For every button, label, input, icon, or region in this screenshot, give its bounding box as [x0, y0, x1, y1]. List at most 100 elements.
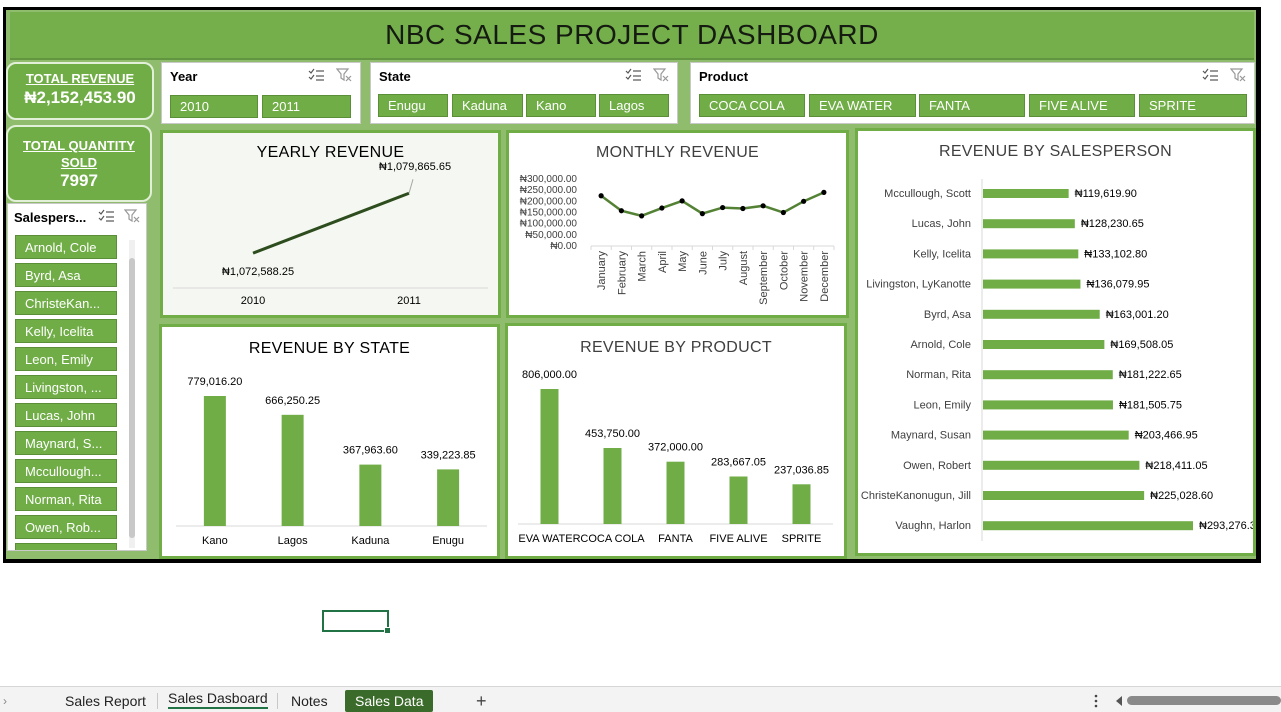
tab-sales-data[interactable]: Sales Data: [345, 690, 434, 712]
x-tick-label: Kaduna: [351, 535, 390, 547]
clear-filter-icon[interactable]: [336, 68, 352, 82]
y-tick-label: Arnold, Cole: [910, 339, 971, 351]
y-tick-label: ₦100,000.00: [520, 219, 578, 230]
data-label: 779,016.20: [187, 376, 242, 388]
x-tick-label: October: [778, 251, 790, 290]
multi-select-icon[interactable]: [1202, 68, 1218, 82]
y-tick-label: Leon, Emily: [914, 399, 972, 411]
product-slicer-item[interactable]: EVA WATER: [809, 94, 916, 117]
data-label: ₦133,102.80: [1084, 248, 1147, 260]
state-slicer-item[interactable]: Enugu: [378, 94, 448, 117]
salesperson-slicer-item[interactable]: Lucas, John: [15, 403, 117, 427]
salesperson-slicer-item[interactable]: Norman, Rita: [15, 487, 117, 511]
total-quantity-label-2: SOLD: [60, 155, 98, 170]
data-label: ₦293,276.35: [1199, 520, 1253, 532]
salesperson-slicer-item[interactable]: ChristeKan...: [15, 291, 117, 315]
data-point: [659, 205, 665, 211]
product-slicer-item[interactable]: FIVE ALIVE: [1029, 94, 1135, 117]
more-options-icon[interactable]: [1093, 694, 1099, 708]
salesperson-slicer-item[interactable]: Leon, Emily: [15, 347, 117, 371]
bar: [983, 249, 1079, 259]
clear-filter-icon[interactable]: [653, 68, 669, 82]
state-slicer-item[interactable]: Lagos: [599, 94, 669, 117]
chart-title: REVENUE BY STATE: [248, 340, 411, 357]
salesperson-slicer-item[interactable]: Kelly, Icelita: [15, 319, 117, 343]
revenue-by-product-chart[interactable]: REVENUE BY PRODUCT 806,000.00 EVA WATER 45…: [505, 323, 847, 559]
clear-filter-icon[interactable]: [124, 209, 140, 223]
scroll-tabs-left-icon[interactable]: ›: [3, 691, 7, 711]
revenue-by-state-chart[interactable]: REVENUE BY STATE 779,016.20 Kano 666,250.2…: [159, 324, 500, 559]
add-sheet-icon[interactable]: +: [476, 691, 487, 711]
bar: [792, 484, 811, 524]
data-point: [740, 205, 746, 212]
salesperson-slicer-item-partial[interactable]: [15, 543, 117, 550]
product-slicer-item[interactable]: SPRITE: [1139, 94, 1247, 117]
scroll-left-icon[interactable]: [1114, 695, 1124, 707]
state-slicer-item[interactable]: Kaduna: [452, 94, 523, 117]
data-label: ₦128,230.65: [1081, 218, 1144, 230]
product-slicer-item[interactable]: FANTA: [919, 94, 1025, 117]
scrollbar-thumb[interactable]: [129, 258, 135, 538]
clear-filter-icon[interactable]: [1230, 68, 1246, 82]
x-tick-label: June: [697, 251, 709, 275]
chart-title: MONTHLY REVENUE: [595, 144, 760, 161]
data-label: 237,036.85: [774, 464, 829, 476]
bar: [729, 476, 748, 524]
product-slicer-item[interactable]: COCA COLA: [699, 94, 805, 117]
salesperson-slicer-header: Salespers...: [14, 210, 87, 225]
chart-title: REVENUE BY SALESPERSON: [938, 143, 1173, 160]
data-point: [618, 208, 624, 214]
revenue-line: [252, 191, 410, 255]
excel-window: NBC SALES PROJECT DASHBOARD TOTAL REVENU…: [0, 0, 1281, 712]
tab-notes[interactable]: Notes: [291, 691, 328, 711]
revenue-line: [600, 191, 825, 218]
year-slicer-item[interactable]: 2011: [262, 95, 351, 118]
y-tick-label: Owen, Robert: [903, 460, 971, 472]
salesperson-slicer-item[interactable]: Livingston, ...: [15, 375, 117, 399]
slicer-scrollbar[interactable]: [129, 240, 135, 548]
x-tick-label: April: [657, 251, 669, 273]
x-tick-label: FIVE ALIVE: [709, 533, 767, 545]
data-label: ₦203,466.95: [1135, 430, 1198, 442]
y-tick-label: Kelly, Icelita: [913, 248, 972, 260]
x-tick-label: July: [718, 251, 730, 271]
salesperson-slicer-item[interactable]: Byrd, Asa: [15, 263, 117, 287]
salesperson-slicer-item[interactable]: Arnold, Cole: [15, 235, 117, 259]
salesperson-slicer-item[interactable]: Maynard, S...: [15, 431, 117, 455]
revenue-by-salesperson-chart[interactable]: REVENUE BY SALESPERSON Mccullough, Scott…: [855, 128, 1262, 556]
total-revenue-card[interactable]: TOTAL REVENUE ₦2,152,453.90: [6, 62, 154, 120]
data-label: 666,250.25: [265, 395, 320, 407]
y-tick-label: Mccullough, Scott: [884, 188, 971, 200]
year-slicer-header: Year: [170, 69, 198, 84]
revenue-by-salesperson-plot: Mccullough, Scott ₦119,619.90 Lucas, John ₦…: [861, 179, 1262, 541]
salesperson-slicer-item[interactable]: Owen, Rob...: [15, 515, 117, 539]
multi-select-icon[interactable]: [625, 68, 641, 82]
multi-select-icon[interactable]: [98, 209, 114, 223]
multi-select-icon[interactable]: [308, 68, 324, 82]
monthly-revenue-chart[interactable]: MONTHLY REVENUE ₦0.00 ₦50,000.00 ₦100,000.…: [506, 130, 849, 318]
tab-divider: [157, 693, 158, 709]
bar: [540, 389, 559, 524]
bar: [983, 309, 1100, 319]
year-slicer-item[interactable]: 2010: [170, 95, 258, 118]
tab-sales-report[interactable]: Sales Report: [65, 691, 146, 711]
horizontal-scrollbar[interactable]: [1127, 696, 1281, 705]
data-label: ₦181,222.65: [1119, 369, 1182, 381]
x-tick-label: 2011: [397, 295, 421, 307]
chart-title: REVENUE BY PRODUCT: [580, 339, 772, 356]
x-tick-label: COCA COLA: [580, 533, 645, 545]
data-label: 283,667.05: [711, 456, 766, 468]
tab-sales-dashboard[interactable]: Sales Dasboard: [168, 689, 268, 709]
data-label: 806,000.00: [522, 369, 577, 381]
state-slicer-item[interactable]: Kano: [526, 94, 596, 117]
data-label: ₦119,619.90: [1075, 188, 1137, 200]
data-point: [699, 211, 705, 217]
data-label: 339,223.85: [421, 449, 476, 461]
yearly-revenue-chart[interactable]: YEARLY REVENUE ₦1,072,588.25 ₦1,079,865.6…: [160, 130, 501, 318]
data-label: ₦181,505.75: [1119, 399, 1182, 411]
data-label: ₦225,028.60: [1150, 490, 1213, 502]
y-tick-label: Norman, Rita: [906, 369, 972, 381]
selected-cell[interactable]: [322, 610, 391, 634]
total-quantity-card[interactable]: TOTAL QUANTITY SOLD 7997: [6, 125, 152, 202]
salesperson-slicer-item[interactable]: Mccullough...: [15, 459, 117, 483]
